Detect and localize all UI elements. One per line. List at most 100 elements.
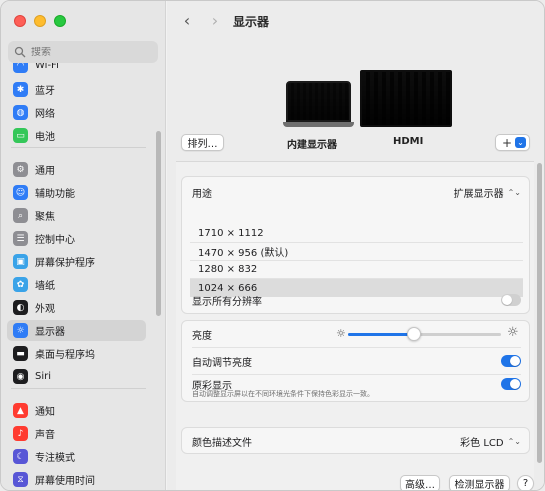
- sidebar-item-magnifier[interactable]: ⌕ 聚焦: [7, 205, 146, 226]
- settings-content: 用途 扩展显示器 ⌃⌄ 1710 × 1112 1470 × 956 (默认) 12…: [176, 161, 534, 490]
- brightness-slider-knob[interactable]: [407, 327, 421, 341]
- brightness-slider-fill: [348, 333, 414, 336]
- resolution-option[interactable]: 1470 × 956 (默认): [190, 243, 523, 261]
- sidebar-item-focus[interactable]: ☾ 专注模式: [7, 446, 146, 467]
- brightness-slider[interactable]: [348, 327, 501, 341]
- sidebar-item-label: 蓝牙: [35, 86, 55, 97]
- builtin-display-label[interactable]: 内建显示器: [287, 136, 337, 151]
- sidebar-item-label: 外观: [35, 304, 55, 315]
- zoom-button[interactable]: [54, 15, 66, 27]
- show-all-toggle[interactable]: [501, 294, 521, 306]
- sidebar-item-appearance[interactable]: ◐ 外观: [7, 297, 146, 318]
- close-button[interactable]: [14, 15, 26, 27]
- bluetooth-icon: ✱: [13, 82, 28, 97]
- sidebar-item-label: 桌面与程序坞: [35, 350, 95, 361]
- sidebar-list: ◠ Wi-Fi ✱ 蓝牙 ◍ 网络 ▭ 电池 ⚙ 通用 ☺ 辅助功能 ⌕ 聚焦 ☰ 控制中心 ▣ 屏幕保护程序 ✿ 墙…: [1, 63, 151, 490]
- brightness-row: 亮度 ☼ ☼: [182, 321, 531, 347]
- advanced-button[interactable]: 高级…: [400, 475, 440, 490]
- resolution-option[interactable]: 1280 × 832: [190, 261, 523, 279]
- builtin-display-thumbnail[interactable]: [283, 81, 354, 128]
- page-title: 显示器: [233, 15, 270, 29]
- sound-icon: ♪: [13, 426, 28, 441]
- sidebar-item-label: 网络: [35, 109, 55, 120]
- updown-arrows-icon: ⌃⌄: [507, 187, 521, 197]
- sidebar: ◠ Wi-Fi ✱ 蓝牙 ◍ 网络 ▭ 电池 ⚙ 通用 ☺ 辅助功能 ⌕ 聚焦 ☰ 控制中心 ▣ 屏幕保护程序 ✿ 墙…: [1, 1, 166, 490]
- auto-brightness-toggle[interactable]: [501, 355, 521, 367]
- screensaver-icon: ▣: [13, 254, 28, 269]
- battery-icon: ▭: [13, 128, 28, 143]
- back-button[interactable]: ‹: [179, 11, 195, 30]
- color-profile-popup[interactable]: 彩色 LCD ⌃⌄: [460, 434, 521, 449]
- sidebar-item-wallpaper[interactable]: ✿ 墙纸: [7, 274, 146, 295]
- true-tone-toggle[interactable]: [501, 378, 521, 390]
- sun-large-icon: ☼: [507, 325, 519, 340]
- color-profile-card: 颜色描述文件 彩色 LCD ⌃⌄: [181, 427, 530, 454]
- sidebar-item-label: 辅助功能: [35, 189, 75, 200]
- laptop-screen: [286, 81, 351, 122]
- color-profile-value: 彩色 LCD: [460, 437, 504, 449]
- sidebar-item-control-center[interactable]: ☰ 控制中心: [7, 228, 146, 249]
- dock-icon: ▬: [13, 346, 28, 361]
- usage-value: 扩展显示器: [453, 188, 504, 200]
- arrange-button[interactable]: 排列…: [181, 134, 224, 151]
- sidebar-item-network[interactable]: ◍ 网络: [7, 102, 146, 123]
- sidebar-item-bluetooth[interactable]: ✱ 蓝牙: [7, 79, 146, 100]
- brightness-label: 亮度: [192, 330, 212, 342]
- sidebar-scrollbar[interactable]: [156, 131, 161, 316]
- sun-small-icon: ☼: [336, 327, 346, 340]
- main-pane: ‹ › 显示器 内建显示器 HDMI 排列… + ⌄ 用途 扩展显示器 ⌃⌄ 1…: [167, 1, 544, 490]
- siri-icon: ◉: [13, 369, 28, 384]
- sidebar-item-dock[interactable]: ▬ 桌面与程序坞: [7, 343, 146, 364]
- appearance-icon: ◐: [13, 300, 28, 315]
- sidebar-item-label: 屏幕使用时间: [35, 476, 95, 487]
- hdmi-display-label[interactable]: HDMI: [393, 136, 423, 147]
- sidebar-item-label: 电池: [35, 132, 55, 143]
- sidebar-item-label: 墙纸: [35, 281, 55, 292]
- wifi-icon: ◠: [13, 63, 28, 73]
- sidebar-item-label: 专注模式: [35, 453, 75, 464]
- sidebar-divider: [11, 388, 146, 389]
- notification-icon: ▲: [13, 403, 28, 418]
- display-icon: ☼: [13, 323, 28, 338]
- plus-icon: +: [502, 135, 513, 150]
- sidebar-item-wifi[interactable]: ◠ Wi-Fi: [7, 63, 146, 76]
- content-scrollbar[interactable]: [537, 163, 542, 463]
- focus-icon: ☾: [13, 449, 28, 464]
- magnifier-icon: ⌕: [13, 208, 28, 223]
- network-icon: ◍: [13, 105, 28, 120]
- wallpaper-icon: ✿: [13, 277, 28, 292]
- sidebar-item-gear[interactable]: ⚙ 通用: [7, 159, 146, 180]
- sidebar-item-label: 通知: [35, 407, 55, 418]
- detect-displays-button[interactable]: 检测显示器: [449, 475, 510, 490]
- usage-row[interactable]: 用途 扩展显示器 ⌃⌄: [182, 179, 531, 205]
- sidebar-item-battery[interactable]: ▭ 电池: [7, 125, 146, 146]
- usage-popup[interactable]: 扩展显示器 ⌃⌄: [454, 185, 521, 200]
- sidebar-item-screen-time[interactable]: ⧖ 屏幕使用时间: [7, 469, 146, 490]
- sidebar-item-display[interactable]: ☼ 显示器: [7, 320, 146, 341]
- sidebar-item-accessibility[interactable]: ☺ 辅助功能: [7, 182, 146, 203]
- show-all-row: 显示所有分辨率: [182, 287, 531, 313]
- color-profile-row[interactable]: 颜色描述文件 彩色 LCD ⌃⌄: [182, 428, 531, 454]
- sidebar-item-label: 显示器: [35, 327, 65, 338]
- sidebar-item-label: Wi-Fi: [35, 63, 59, 71]
- usage-label: 用途: [192, 188, 212, 200]
- sidebar-item-sound[interactable]: ♪ 声音: [7, 423, 146, 444]
- toolbar: ‹ › 显示器: [167, 1, 544, 39]
- resolution-option[interactable]: 1710 × 1112: [190, 225, 523, 243]
- accessibility-icon: ☺: [13, 185, 28, 200]
- sidebar-item-screensaver[interactable]: ▣ 屏幕保护程序: [7, 251, 146, 272]
- minimize-button[interactable]: [34, 15, 46, 27]
- screen-time-icon: ⧖: [13, 472, 28, 487]
- hdmi-display-thumbnail[interactable]: [360, 70, 452, 127]
- search-field[interactable]: [8, 41, 158, 63]
- auto-brightness-label: 自动调节亮度: [192, 357, 252, 369]
- sidebar-item-siri[interactable]: ◉ Siri: [7, 366, 146, 387]
- sidebar-item-label: 屏幕保护程序: [35, 258, 95, 269]
- sidebar-item-notification[interactable]: ▲ 通知: [7, 400, 146, 421]
- add-display-button[interactable]: + ⌄: [495, 134, 530, 151]
- chevron-down-icon[interactable]: ⌄: [515, 137, 526, 148]
- search-input[interactable]: [31, 46, 151, 58]
- sidebar-item-label: 声音: [35, 430, 55, 441]
- help-button[interactable]: ?: [517, 475, 534, 490]
- forward-button[interactable]: ›: [207, 11, 223, 30]
